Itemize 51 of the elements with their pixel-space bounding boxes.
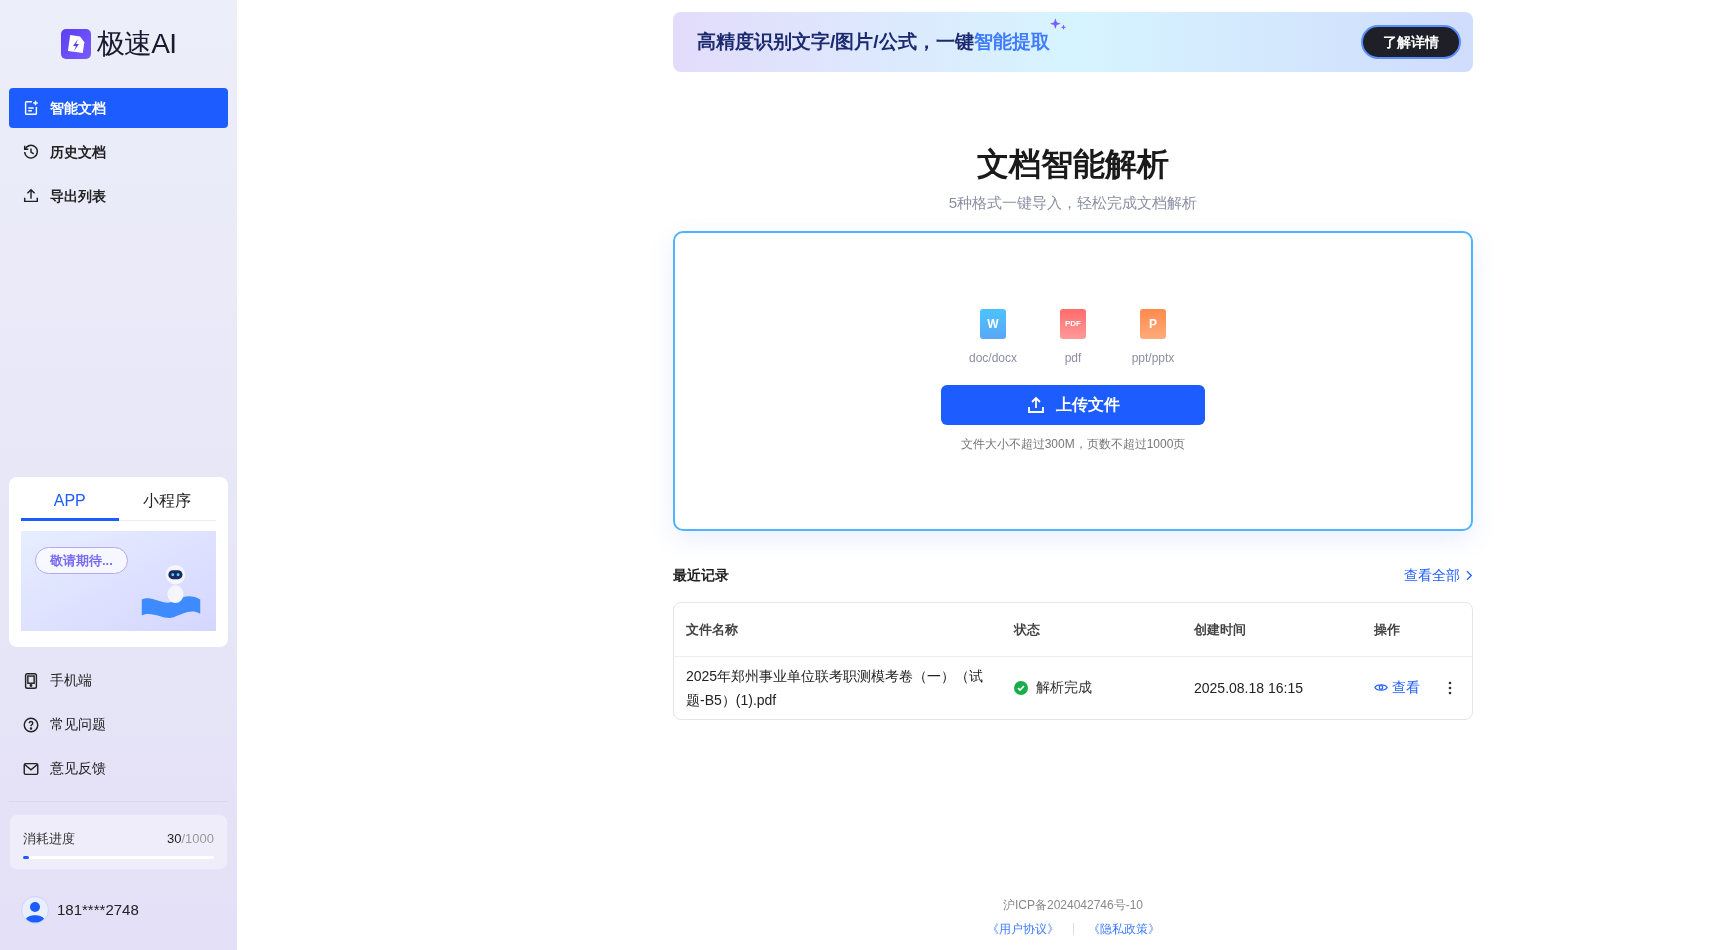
column-header: 创建时间	[1194, 622, 1246, 637]
document-plus-icon	[22, 99, 40, 117]
column-header: 状态	[1014, 622, 1040, 637]
speech-bubble: 敬请期待...	[35, 546, 128, 574]
app-tab[interactable]: 小程序	[118, 484, 216, 521]
format-label: doc/docx	[969, 349, 1017, 367]
check-circle-icon	[1014, 680, 1028, 695]
pdf-file-icon: PDF	[1060, 308, 1086, 339]
slides-file-icon: P	[1140, 308, 1166, 339]
logo-icon	[60, 29, 91, 59]
sidebar-link[interactable]: 意见反馈	[9, 748, 228, 789]
nav-item[interactable]: 导出列表	[9, 176, 228, 216]
view-all-link[interactable]: 查看全部	[1404, 564, 1473, 586]
nav-item[interactable]: 历史文档	[9, 132, 228, 172]
more-icon[interactable]	[1448, 680, 1452, 695]
footer-link[interactable]: 《用户协议》	[986, 920, 1059, 938]
banner-text: 高精度识别文字/图片/公式，一键智能提取	[697, 29, 1050, 54]
nav-item[interactable]: 智能文档	[9, 88, 228, 128]
format-label: pdf	[1064, 349, 1082, 367]
brand-name: 极速AI	[96, 27, 177, 61]
page-title: 文档智能解析	[976, 145, 1170, 184]
usage-count: 30/1000	[167, 829, 214, 848]
format-label: ppt/pptx	[1131, 349, 1175, 367]
view-link[interactable]: 查看	[1374, 677, 1420, 698]
column-header: 文件名称	[686, 622, 738, 637]
word-file-icon: W	[980, 308, 1006, 339]
phone-icon	[22, 671, 40, 690]
usage-label: 消耗进度	[23, 829, 75, 848]
icp-text: 沪ICP备2024042746号-10	[1002, 897, 1144, 914]
chevron-right-icon	[1466, 569, 1473, 581]
date-cell: 2025.08.18 16:15	[1194, 679, 1303, 696]
app-tab[interactable]: APP	[21, 484, 119, 521]
section-title: 最近记录	[673, 565, 729, 585]
sidebar-link[interactable]: 手机端	[9, 660, 228, 701]
footer-link[interactable]: 《隐私政策》	[1087, 920, 1160, 938]
column-header: 操作	[1374, 622, 1400, 637]
sparkle-icon	[1049, 17, 1068, 33]
file-name-cell: 2025年郑州事业单位联考职测模考卷（一）（试题-B5）(1).pdf	[686, 667, 984, 708]
learn-more-button[interactable]: 了解详情	[1361, 25, 1461, 59]
upload-icon	[22, 187, 40, 205]
upload-icon	[1026, 394, 1046, 415]
user-phone: 181****2748	[57, 899, 139, 920]
eye-icon	[1374, 682, 1388, 693]
status-cell-text: 解析完成	[1036, 678, 1092, 697]
history-icon	[22, 143, 40, 161]
help-icon	[22, 715, 40, 734]
upload-hint: 文件大小不超过300M，页数不超过1000页	[960, 435, 1186, 453]
sidebar-link[interactable]: 常见问题	[9, 704, 228, 745]
avatar-icon	[21, 896, 49, 924]
page-subtitle: 5种格式一键导入，轻松完成文档解析	[947, 193, 1199, 213]
upload-button[interactable]: 上传文件	[941, 384, 1205, 425]
